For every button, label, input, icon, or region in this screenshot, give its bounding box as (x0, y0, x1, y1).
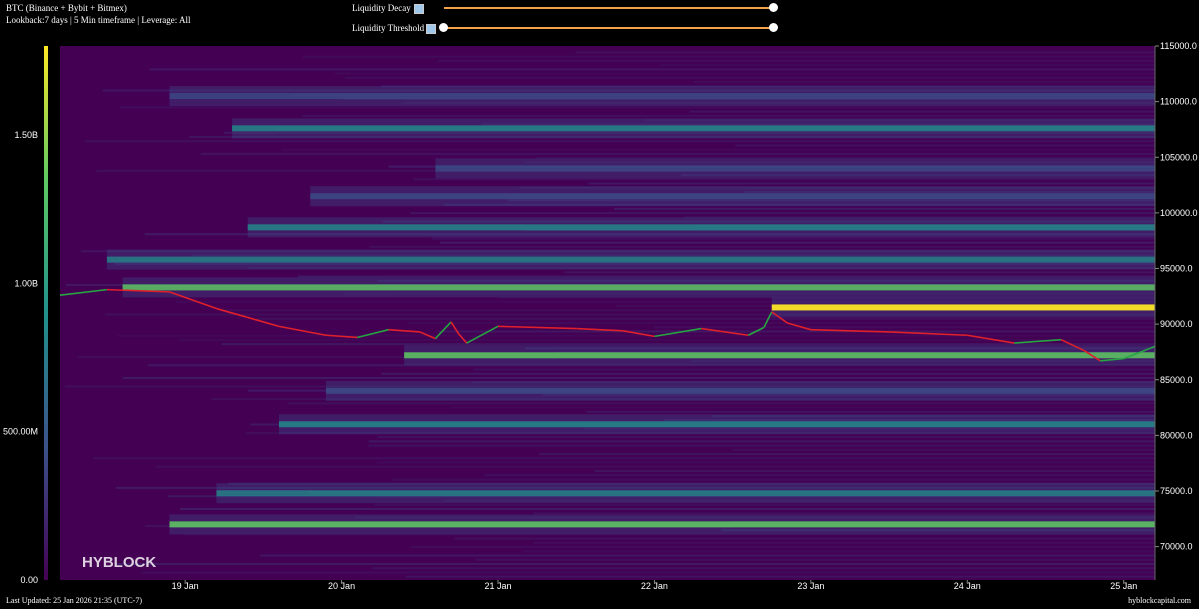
y-tick-label: 105000.0 (1160, 152, 1198, 162)
y-tick-label: 85000.0 (1160, 375, 1193, 385)
liquidity-streak (659, 64, 1155, 67)
colorbar (44, 46, 48, 580)
liquidity-streak (122, 376, 1155, 379)
liquidity-streak (693, 81, 1155, 84)
x-tick-label: 19 Jan (172, 581, 199, 591)
colorbar-tick-label: 1.50B (14, 130, 38, 140)
hyblock-watermark: HYBLOCK (82, 554, 156, 571)
liquidity-streak (522, 550, 1155, 553)
liquidity-streak (391, 478, 1155, 481)
y-tick-label: 80000.0 (1160, 430, 1193, 440)
liquidity-streak (155, 465, 1155, 468)
liquidity-streak (410, 546, 1156, 549)
y-tick-label: 95000.0 (1160, 264, 1193, 274)
liquidity-streak (484, 474, 1155, 477)
y-tick-label: 110000.0 (1160, 97, 1197, 107)
colorbar-tick-label: 500.00M (3, 427, 38, 437)
liquidity-streak (297, 275, 1156, 278)
liquidity-streak (533, 541, 1155, 544)
liquidity-streak (689, 110, 1155, 113)
liquidity-streak (586, 410, 1155, 413)
liquidity-streak (381, 372, 1155, 375)
liquidity-streak (179, 508, 1155, 511)
liquidity-band (169, 93, 1155, 100)
x-tick-label: 24 Jan (954, 581, 981, 591)
liquidity-streak (200, 152, 1155, 155)
colorbar-tick-label: 1.00B (14, 278, 38, 288)
liquidity-streak (369, 245, 1155, 248)
liquidity-streak (413, 178, 1155, 181)
liquidity-streak (614, 207, 1155, 210)
liquidity-streak (141, 571, 1155, 574)
liquidity-band (279, 421, 1155, 428)
liquidity-band (247, 224, 1155, 231)
liquidity-streak (93, 457, 1155, 460)
liquidity-streak (532, 512, 1155, 515)
liquidation-heatmap-chart: 0.00 500.00M 1.00B 1.50B 19 Jan 20 Jan 21 Jan… (3, 41, 1198, 591)
liquidity-band (325, 387, 1155, 394)
liquidity-streak (594, 469, 1155, 472)
liquidity-streak (368, 440, 1155, 443)
liquidity-streak (564, 271, 1155, 274)
liquidity-streak (474, 558, 1155, 561)
y-tick-label: 75000.0 (1160, 486, 1193, 496)
liquidity-streak (115, 562, 1155, 565)
liquidity-streak (405, 575, 1155, 578)
liquidity-streak (373, 503, 1155, 506)
liquidity-streak (345, 76, 1156, 79)
liquidity-band (771, 304, 1155, 311)
x-tick-label: 20 Jan (328, 581, 355, 591)
liquidity-streak (256, 317, 1156, 320)
liquidity-band (122, 284, 1156, 291)
y-tick-label: 100000.0 (1160, 208, 1198, 218)
liquidity-band (216, 490, 1155, 497)
liquidity-band (106, 256, 1155, 263)
liquidity-streak (735, 144, 1155, 147)
liquidity-streak (454, 537, 1156, 540)
x-tick-label: 25 Jan (1110, 581, 1137, 591)
liquidity-streak (334, 72, 1156, 75)
liquidity-streak (377, 436, 1155, 439)
liquidity-streak (653, 326, 1155, 329)
x-tick-label: 21 Jan (484, 581, 511, 591)
liquidity-streak (407, 322, 1155, 325)
liquidity-streak (287, 402, 1155, 405)
liquidity-streak (302, 55, 1155, 58)
liquidity-band (435, 165, 1155, 172)
colorbar-tick-label: 0.00 (20, 575, 38, 585)
liquidity-streak (368, 444, 1155, 447)
liquidity-streak (260, 554, 1155, 557)
last-updated: Last Updated: 25 Jan 2026 21:35 (UTC-7) (6, 596, 142, 605)
liquidity-streak (149, 68, 1155, 71)
y-tick-label: 70000.0 (1160, 542, 1193, 552)
liquidity-streak (437, 59, 1155, 62)
site-link[interactable]: hyblockcapital.com (1128, 596, 1191, 605)
liquidity-band (404, 352, 1156, 359)
liquidity-streak (732, 448, 1155, 451)
x-tick-label: 23 Jan (797, 581, 824, 591)
liquidity-streak (178, 338, 1155, 341)
liquidity-streak (431, 237, 1155, 240)
liquidity-streak (575, 51, 1155, 54)
liquidity-streak (117, 334, 1155, 337)
liquidity-streak (119, 106, 1155, 109)
y-tick-label: 115000.0 (1160, 41, 1197, 51)
liquidity-streak (281, 148, 1155, 151)
x-tick-label: 22 Jan (641, 581, 668, 591)
liquidity-streak (473, 368, 1155, 371)
liquidity-streak (450, 406, 1156, 409)
liquidity-streak (371, 567, 1155, 570)
y-tick-label: 90000.0 (1160, 319, 1193, 329)
liquidity-band (310, 193, 1155, 200)
liquidity-streak (377, 461, 1156, 464)
liquidity-streak (438, 330, 1155, 333)
liquidity-band (232, 125, 1156, 132)
liquidity-streak (302, 114, 1155, 117)
liquidity-streak (440, 241, 1155, 244)
liquidity-streak (539, 453, 1155, 456)
liquidity-streak (588, 182, 1155, 185)
liquidity-streak (84, 140, 1155, 143)
liquidity-streak (410, 212, 1156, 215)
liquidity-band (169, 521, 1155, 528)
